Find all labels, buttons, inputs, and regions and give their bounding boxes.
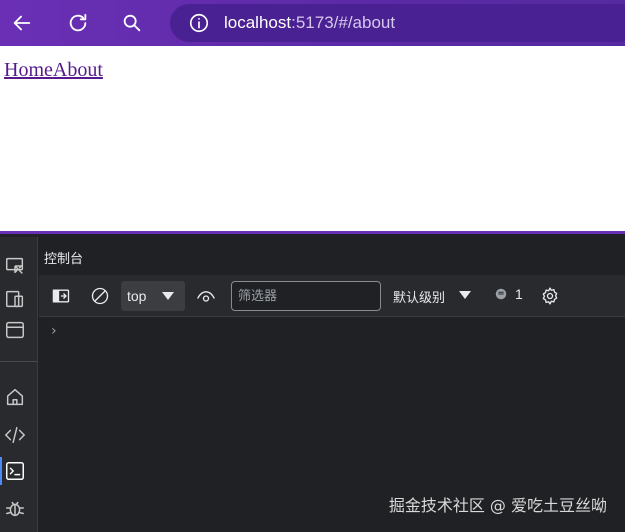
page-viewport: HomeAbout [0, 46, 625, 234]
log-levels-label: 默认级别 [393, 291, 446, 306]
info-icon[interactable] [188, 12, 210, 34]
chevron-down-icon [459, 291, 471, 299]
back-button[interactable] [6, 7, 38, 39]
clear-console-button[interactable] [89, 285, 111, 307]
elements-tool-button[interactable] [3, 423, 27, 447]
inspect-element-button[interactable] [3, 254, 27, 278]
log-levels-dropdown[interactable]: 默认级别 [393, 287, 471, 306]
console-panel-title: 控制台 [44, 252, 84, 267]
console-tool-button[interactable] [3, 459, 27, 483]
url-host: localhost [224, 13, 292, 32]
devtools-activity-bar [0, 237, 38, 532]
home-icon [6, 388, 24, 406]
welcome-tool-button[interactable] [3, 385, 27, 409]
active-tool-indicator [0, 457, 2, 485]
reload-icon [69, 13, 87, 32]
device-emulation-button[interactable] [3, 287, 27, 311]
sidebar-toggle-icon [52, 289, 70, 303]
search-icon [123, 14, 141, 32]
arrow-left-icon [13, 15, 31, 31]
console-prompt: › [51, 323, 57, 339]
context-value: top [127, 288, 147, 304]
about-link[interactable]: About [53, 59, 103, 81]
gear-icon [542, 287, 558, 305]
browser-window-button[interactable] [3, 318, 27, 342]
issues-count: 1 [515, 286, 523, 302]
console-icon [6, 462, 24, 480]
nav-links: HomeAbout [4, 59, 103, 82]
live-expression-button[interactable] [195, 285, 217, 307]
show-sidebar-button[interactable] [50, 285, 72, 307]
filter-input[interactable] [231, 281, 381, 311]
search-button[interactable] [116, 7, 148, 39]
eye-icon [197, 291, 215, 302]
context-selector[interactable]: top [121, 281, 185, 311]
console-settings-button[interactable] [539, 285, 561, 307]
device-icon [6, 290, 24, 308]
window-icon [6, 321, 24, 339]
reload-button[interactable] [62, 7, 94, 39]
activity-separator [0, 361, 37, 362]
home-link[interactable]: Home [4, 59, 53, 81]
sources-debugger-button[interactable] [3, 496, 27, 520]
issues-counter[interactable]: 1 [494, 286, 523, 302]
url-path: :5173/#/about [291, 13, 396, 32]
clear-icon [91, 287, 109, 305]
console-toolbar: top 默认级别 1 [39, 275, 625, 317]
code-icon [4, 426, 26, 444]
inspect-icon [6, 257, 24, 274]
watermark: 掘金技术社区 @ 爱吃土豆丝呦 [388, 496, 607, 515]
message-bubble-icon [494, 287, 508, 301]
chevron-down-icon [162, 292, 174, 300]
devtools-panel: 控制台 top 默认级别 [0, 237, 625, 532]
bug-icon [6, 501, 24, 517]
address-bar[interactable]: localhost:5173/#/about [170, 4, 625, 42]
browser-toolbar: localhost:5173/#/about [0, 0, 625, 46]
